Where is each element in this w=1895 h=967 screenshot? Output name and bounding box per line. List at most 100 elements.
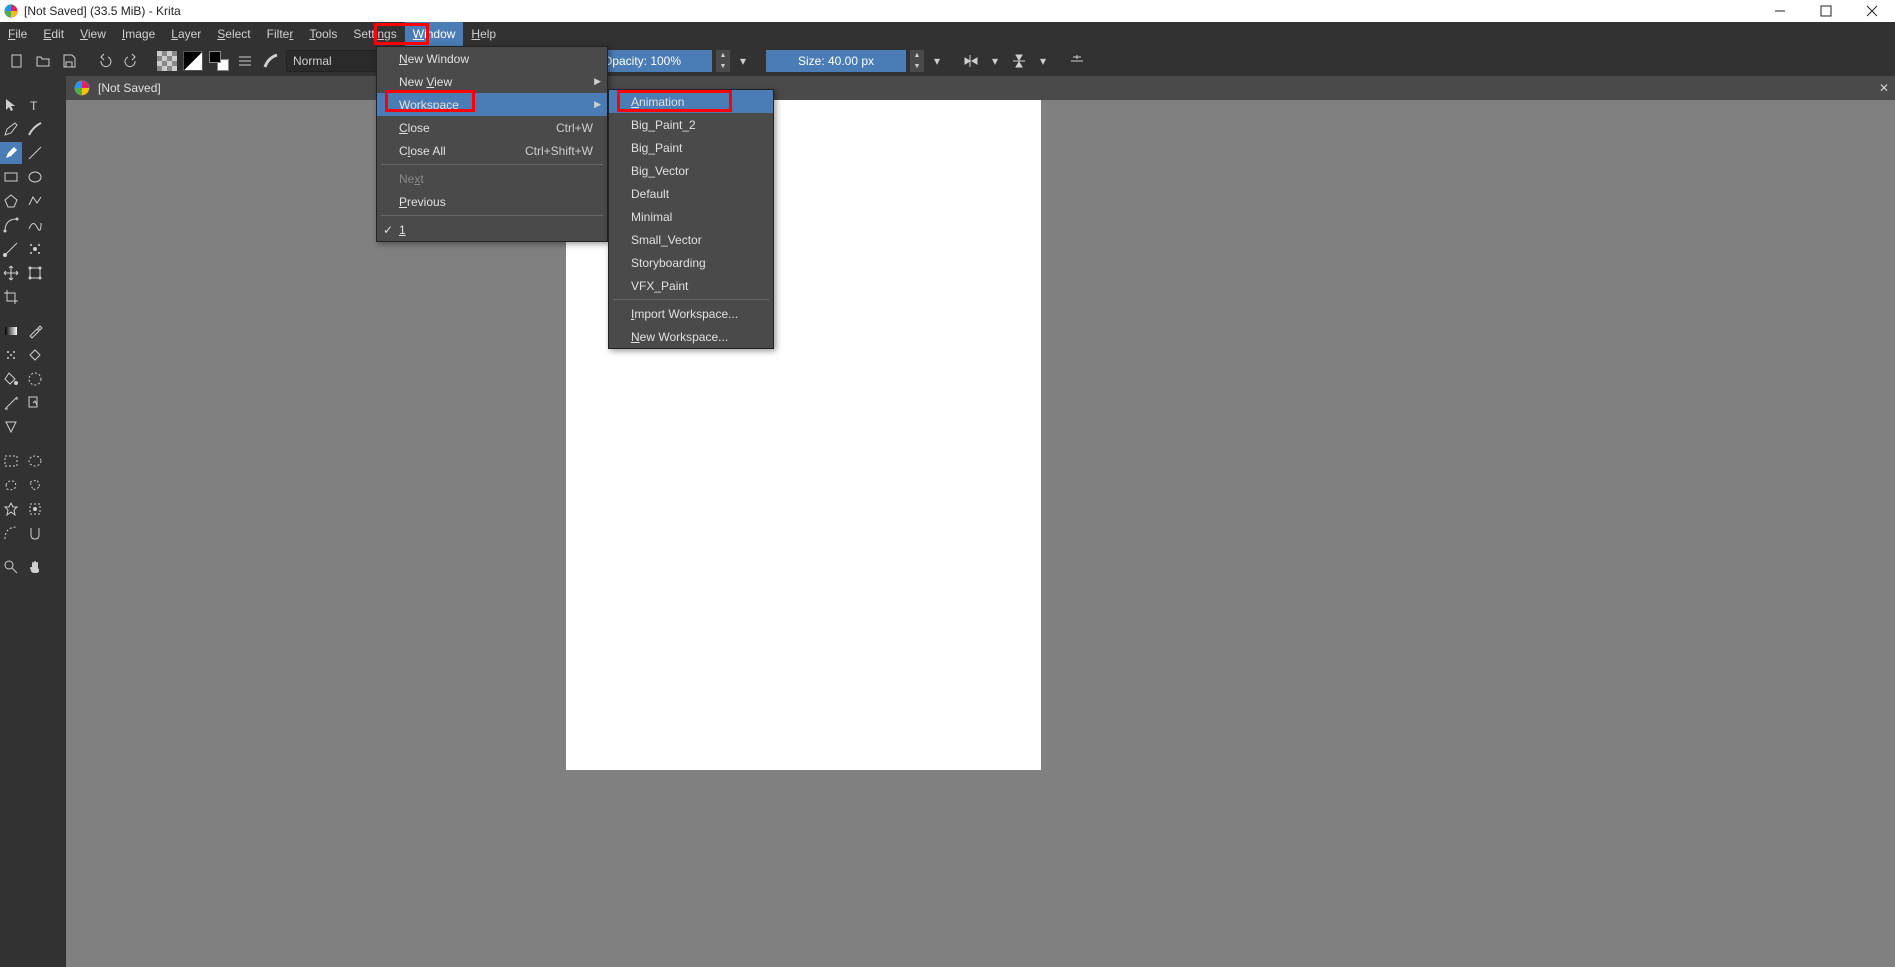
workspace-item-small_vector[interactable]: Small_Vector [609,228,773,251]
menu-filter[interactable]: Filter [259,22,302,46]
opacity-dropdown-button[interactable]: ▾ [734,50,752,72]
workspace-item-big_vector[interactable]: Big_Vector [609,159,773,182]
menu-bar: File Edit View Image Layer Select Filter… [0,22,1895,46]
save-file-button[interactable] [58,50,80,72]
workspace-submenu: AnimationBig_Paint_2Big_PaintBig_VectorD… [608,89,774,349]
close-document-button[interactable]: ✕ [1879,81,1889,95]
fill-tool[interactable] [0,368,22,390]
maximize-button[interactable] [1803,0,1849,22]
window-menu-item-close-all[interactable]: Close AllCtrl+Shift+W [377,139,607,162]
menu-help[interactable]: Help [463,22,504,46]
fg-bg-color-button[interactable] [208,50,230,72]
redo-button[interactable] [120,50,142,72]
window-menu-item-1[interactable]: ✓1 [377,218,607,241]
workspace-item-big_paint_2[interactable]: Big_Paint_2 [609,113,773,136]
polygon-select-tool[interactable] [24,474,46,496]
window-menu-item-workspace[interactable]: Workspace▶ [377,93,607,116]
undo-button[interactable] [94,50,116,72]
multi-brush-tool[interactable] [24,238,46,260]
window-menu-item-new-window[interactable]: New Window [377,47,607,70]
menu-image[interactable]: Image [114,22,163,46]
menu-edit[interactable]: Edit [35,22,72,46]
text-tool[interactable]: T [24,94,46,116]
workspace-item-minimal[interactable]: Minimal [609,205,773,228]
menu-file[interactable]: File [0,22,35,46]
workspace-item-import-workspace-[interactable]: Import Workspace... [609,302,773,325]
bezier-tool[interactable] [0,214,22,236]
toolbar: Normal ▾ Opacity: 100% ▲▼ ▾ Size: 40.00 … [0,46,1895,76]
similar-select-tool[interactable] [24,498,46,520]
workspace-item-storyboarding[interactable]: Storyboarding [609,251,773,274]
ellipse-tool[interactable] [24,166,46,188]
move-tool[interactable] [0,262,22,284]
new-file-button[interactable] [6,50,28,72]
size-field[interactable]: Size: 40.00 px [766,50,906,72]
menu-select[interactable]: Select [209,22,258,46]
line-tool[interactable] [24,142,46,164]
measure-tool[interactable] [0,392,22,414]
calligraphy-tool[interactable] [24,118,46,140]
panel-divider[interactable] [46,76,66,967]
window-menu-dropdown: New WindowNew View▶Workspace▶CloseCtrl+W… [376,46,608,242]
mirror-v-dropdown[interactable]: ▾ [1034,50,1052,72]
bezier-select-tool[interactable] [0,522,22,544]
document-tab-label[interactable]: [Not Saved] [98,81,161,95]
window-title: [Not Saved] (33.5 MiB) - Krita [24,4,181,18]
freehand-select-tool[interactable] [0,474,22,496]
reference-tool-2[interactable] [0,416,22,438]
size-dropdown-button[interactable]: ▾ [928,50,946,72]
assistant-tool[interactable] [24,368,46,390]
menu-window[interactable]: Window [405,22,464,46]
mirror-vertical-button[interactable] [1008,50,1030,72]
polygon-tool[interactable] [0,190,22,212]
title-bar: [Not Saved] (33.5 MiB) - Krita [0,0,1895,22]
mirror-horizontal-button[interactable] [960,50,982,72]
reference-tool[interactable] [24,392,46,414]
menu-view[interactable]: View [72,22,114,46]
opacity-stepper[interactable]: ▲▼ [716,50,730,72]
workspace-item-default[interactable]: Default [609,182,773,205]
menu-layer[interactable]: Layer [163,22,209,46]
workspace-item-big_paint[interactable]: Big_Paint [609,136,773,159]
color-picker-tool[interactable] [24,320,46,342]
brush-editor-button[interactable] [260,50,282,72]
size-label: Size: 40.00 px [798,54,874,68]
polyline-tool[interactable] [24,190,46,212]
rect-select-tool[interactable] [0,450,22,472]
krita-doc-icon [74,80,90,96]
menu-settings[interactable]: Settings [345,22,404,46]
workspace-item-animation[interactable]: Animation [609,90,773,113]
wrap-around-button[interactable] [1066,50,1088,72]
dynamic-brush-tool[interactable] [0,238,22,260]
smart-patch-tool[interactable] [24,344,46,366]
edit-shapes-tool[interactable] [0,118,22,140]
transform-tool-2[interactable] [24,262,46,284]
size-stepper[interactable]: ▲▼ [910,50,924,72]
menu-tools[interactable]: Tools [301,22,345,46]
mirror-h-dropdown[interactable]: ▾ [986,50,1004,72]
workspace-item-vfx_paint[interactable]: VFX_Paint [609,274,773,297]
crop-tool[interactable] [0,286,22,308]
pattern-edit-tool[interactable] [0,344,22,366]
window-menu-item-new-view[interactable]: New View▶ [377,70,607,93]
magnetic-select-tool[interactable] [24,522,46,544]
freehand-path-tool[interactable] [24,214,46,236]
window-menu-item-previous[interactable]: Previous [377,190,607,213]
window-menu-item-close[interactable]: CloseCtrl+W [377,116,607,139]
ellipse-select-tool[interactable] [24,450,46,472]
workspace-item-new-workspace-[interactable]: New Workspace... [609,325,773,348]
zoom-tool[interactable] [0,556,22,578]
transform-tool[interactable] [0,94,22,116]
minimize-button[interactable] [1757,0,1803,22]
brush-presets-button[interactable] [234,50,256,72]
freehand-brush-tool[interactable] [0,142,22,164]
gradient-button[interactable] [182,50,204,72]
close-button[interactable] [1849,0,1895,22]
pattern-button[interactable] [156,50,178,72]
rectangle-tool[interactable] [0,166,22,188]
canvas-area[interactable] [66,100,1895,967]
open-file-button[interactable] [32,50,54,72]
contiguous-select-tool[interactable] [0,498,22,520]
gradient-tool[interactable] [0,320,22,342]
pan-tool[interactable] [24,556,46,578]
